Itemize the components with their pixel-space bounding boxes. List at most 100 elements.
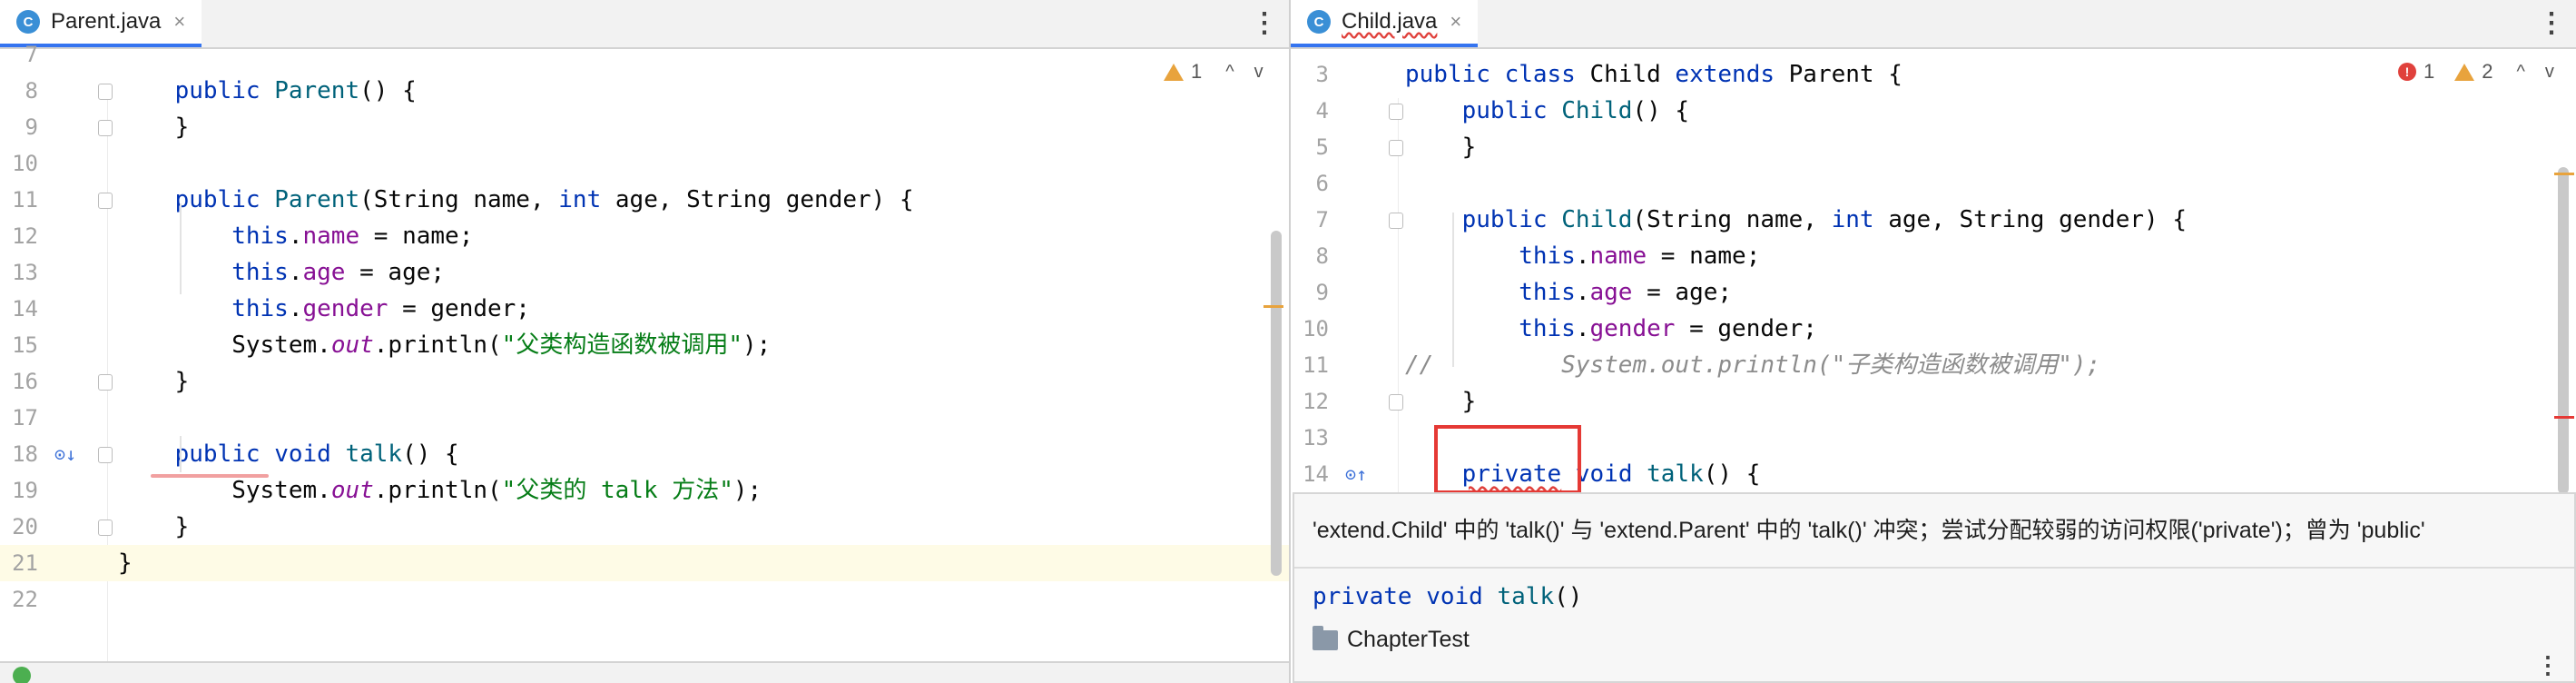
code-line[interactable]: 20 } (0, 509, 1289, 545)
error-marker[interactable] (2554, 416, 2574, 419)
chevron-up-icon[interactable]: ^ (2517, 62, 2525, 83)
code-token: public (1405, 206, 1562, 233)
warning-marker[interactable] (1263, 305, 1283, 308)
more-options-icon[interactable]: ⋮ (1251, 7, 1278, 40)
chevron-down-icon[interactable]: v (1254, 62, 1263, 83)
code-token: out (330, 332, 374, 359)
code-line[interactable]: 7 (0, 36, 1289, 73)
code-token: } (118, 549, 133, 577)
code-token: this (1405, 279, 1576, 306)
code-line[interactable]: 17 (0, 400, 1289, 436)
line-number: 16 (12, 369, 38, 394)
fold-marker-icon[interactable] (98, 447, 113, 463)
code-token: System. (118, 477, 331, 504)
code-line[interactable]: 8 this.name = name; (1291, 238, 2576, 274)
code-token: this (1405, 243, 1576, 270)
more-options-icon[interactable]: ⋮ (2538, 7, 2565, 40)
highlight-box (1434, 425, 1581, 494)
scrollbar-thumb[interactable] (2558, 167, 2569, 494)
chevron-down-icon[interactable]: v (2545, 62, 2554, 83)
line-number: 7 (25, 42, 38, 67)
code-token: int (1831, 206, 1889, 233)
line-number: 11 (1303, 352, 1329, 378)
chevron-up-icon[interactable]: ^ (1225, 62, 1234, 83)
code-token: = age; (345, 259, 446, 286)
code-line[interactable]: 12 } (1291, 383, 2576, 420)
code-text: this.age = age; (1405, 274, 1732, 311)
code-line[interactable]: 13 this.age = age; (0, 254, 1289, 291)
fold-marker-icon[interactable] (1389, 394, 1403, 411)
code-line[interactable]: 7 public Child(String name, int age, Str… (1291, 202, 2576, 238)
line-number: 22 (12, 587, 38, 612)
code-token: public (118, 440, 275, 468)
line-number: 8 (1315, 243, 1329, 269)
code-line[interactable]: 22 (0, 581, 1289, 618)
fold-marker-icon[interactable] (98, 120, 113, 136)
code-text: this.gender = gender; (118, 291, 530, 327)
tab-label: Parent.java (51, 9, 162, 34)
fold-marker-icon[interactable] (1389, 213, 1403, 229)
line-number: 21 (12, 550, 38, 576)
tab-bar: C Child.java × ⋮ (1291, 0, 2576, 49)
code-token: gender (1589, 315, 1676, 342)
code-line[interactable]: 4 public Child() { (1291, 93, 2576, 129)
code-token: (String name, (359, 186, 559, 213)
code-line[interactable]: 6 (1291, 165, 2576, 202)
code-line[interactable]: 16 } (0, 363, 1289, 400)
code-line[interactable]: 10 (0, 145, 1289, 182)
line-number: 9 (1315, 280, 1329, 305)
close-icon[interactable]: × (173, 10, 185, 34)
code-line[interactable]: 21} (0, 545, 1289, 581)
fold-marker-icon[interactable] (1389, 140, 1403, 156)
code-line[interactable]: 9 this.age = age; (1291, 274, 2576, 311)
code-line[interactable]: 18 public void talk() {⊙↓ (0, 436, 1289, 472)
code-line[interactable]: 15 System.out.println("父类构造函数被调用"); (0, 327, 1289, 363)
fold-marker-icon[interactable] (98, 374, 113, 391)
fold-marker-icon[interactable] (98, 193, 113, 209)
code-text: public class Child extends Parent { (1405, 56, 1903, 93)
code-line[interactable]: 10 this.gender = gender; (1291, 311, 2576, 347)
fold-marker-icon[interactable] (98, 84, 113, 100)
tab-child-java[interactable]: C Child.java × (1291, 0, 1479, 47)
inspection-widget[interactable]: 1 ^ v (1164, 60, 1263, 84)
code-text: this.age = age; (118, 254, 445, 291)
indent-guide (180, 436, 182, 472)
scrollbar-thumb[interactable] (1271, 231, 1282, 576)
code-line[interactable]: 5 } (1291, 129, 2576, 165)
inspection-widget[interactable]: ! 1 2 ^ v (2398, 60, 2554, 84)
code-line[interactable]: 11 // System.out.println("子类构造函数被调用"); (1291, 347, 2576, 383)
code-line[interactable]: 3 public class Child extends Parent { (1291, 56, 2576, 93)
overriding-method-icon[interactable]: ⊙↑ (1345, 463, 1367, 485)
warning-marker[interactable] (2554, 173, 2574, 175)
code-token: age, String gender) { (1888, 206, 2187, 233)
line-number: 6 (1315, 171, 1329, 196)
fold-marker-icon[interactable] (98, 520, 113, 536)
overridden-method-icon[interactable]: ⊙↓ (54, 443, 76, 465)
code-text: public Parent(String name, int age, Stri… (118, 182, 914, 218)
code-text: public Child() { (1405, 93, 1689, 129)
code-editor[interactable]: 7 8 public Parent() {9 } 10 11 public Paren… (0, 42, 1289, 683)
more-options-icon[interactable]: ⋮ (2536, 651, 2560, 679)
run-tool-icon[interactable] (13, 667, 31, 683)
code-token: .println( (373, 332, 502, 359)
code-token: Parent { (1788, 61, 1903, 88)
line-number: 14 (12, 296, 38, 322)
code-token: this (118, 295, 289, 322)
code-token: .println( (373, 477, 502, 504)
code-line[interactable]: 8 public Parent() { (0, 73, 1289, 109)
code-line[interactable]: 9 } (0, 109, 1289, 145)
code-line[interactable]: 19 System.out.println("父类的 talk 方法"); (0, 472, 1289, 509)
code-line[interactable]: 12 this.name = name; (0, 218, 1289, 254)
line-number: 10 (12, 151, 38, 176)
code-text: } (118, 545, 133, 581)
indent-guide (1452, 213, 1454, 367)
close-icon[interactable]: × (1450, 10, 1461, 34)
fold-marker-icon[interactable] (1389, 104, 1403, 120)
code-line[interactable]: 11 public Parent(String name, int age, S… (0, 182, 1289, 218)
code-token: () { (1632, 97, 1690, 124)
code-token: } (118, 513, 190, 540)
code-text: // System.out.println("子类构造函数被调用"); (1405, 347, 2100, 383)
code-line[interactable]: 14 this.gender = gender; (0, 291, 1289, 327)
line-number: 19 (12, 478, 38, 503)
tooltip-location[interactable]: ChapterTest (1313, 625, 1470, 653)
